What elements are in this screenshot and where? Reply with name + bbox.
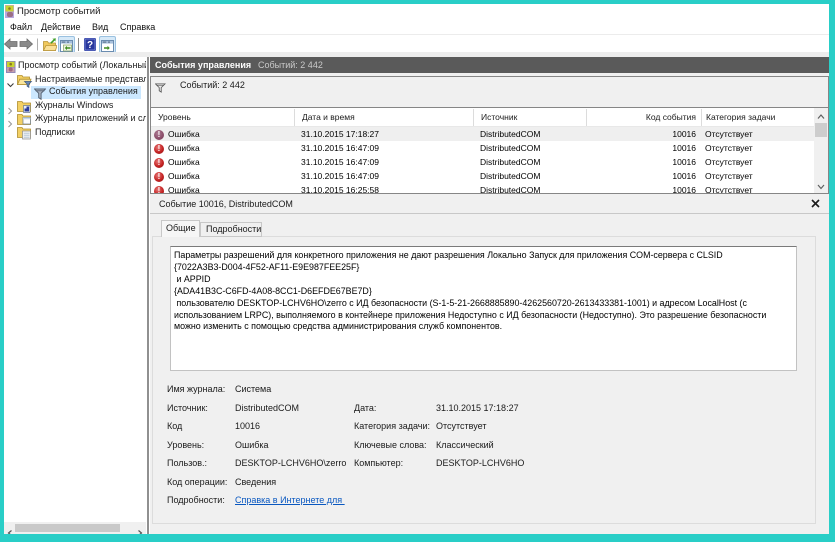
svg-text:?: ? bbox=[87, 40, 93, 51]
